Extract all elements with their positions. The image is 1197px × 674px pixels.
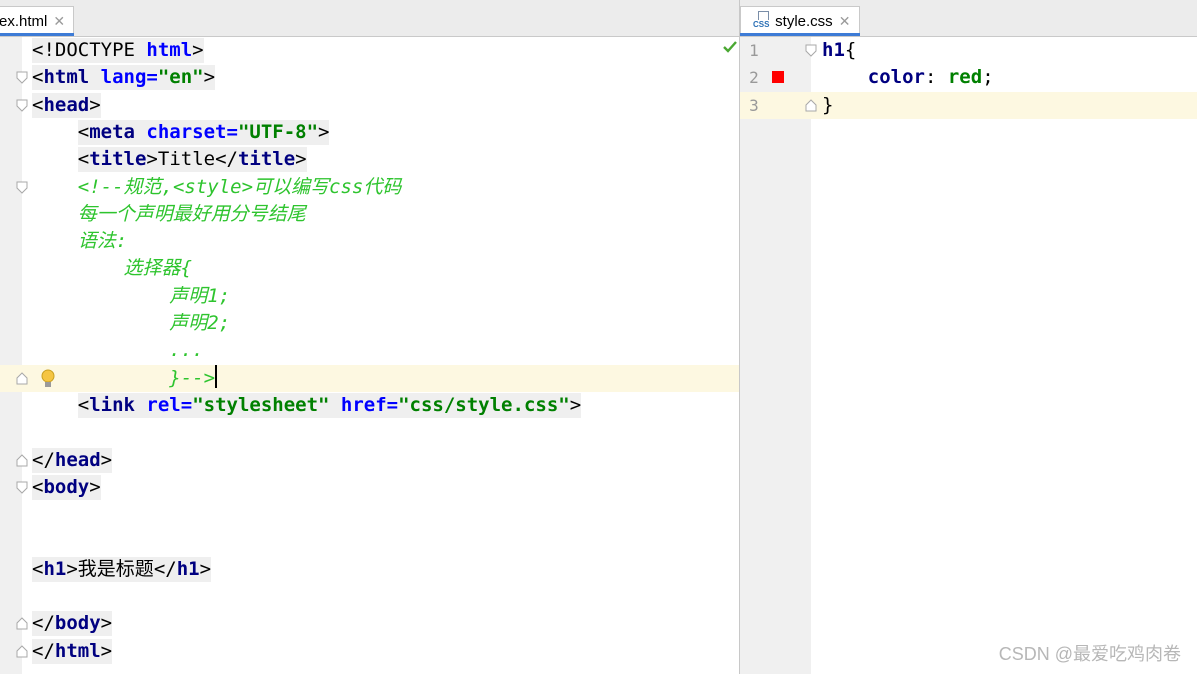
fold-close-icon[interactable] [16, 644, 28, 658]
active-tab-indicator [740, 33, 860, 36]
code-line: ... [32, 339, 204, 362]
code-line: 语法: [32, 230, 128, 253]
code-line: <!DOCTYPE html> [32, 38, 204, 63]
code-line: </head> [32, 447, 113, 473]
code-line: <h1>我是标题</h1> [32, 556, 212, 582]
color-swatch[interactable] [772, 71, 784, 84]
tab-label: ex.html [0, 13, 48, 30]
close-icon[interactable]: ✕ [839, 13, 851, 29]
code-line: 声明1; [32, 284, 231, 307]
code-line: color: red; [867, 66, 994, 89]
code-line: 声明2; [32, 312, 231, 334]
code-line: }--> [32, 364, 218, 389]
watermark: CSDN @最爱吃鸡肉卷 [998, 644, 1181, 664]
code-line: <title>Title</title> [77, 147, 307, 173]
fold-open-icon[interactable] [16, 71, 28, 85]
right-tab-bar: CSS style.css ✕ [740, 0, 1197, 37]
line-number: 1 [749, 41, 759, 60]
fold-open-icon[interactable] [16, 181, 28, 194]
line-number: 2 [749, 68, 759, 88]
code-line: <link rel="stylesheet" href="css/style.c… [77, 392, 582, 418]
fold-open-icon[interactable] [805, 44, 817, 57]
code-line: </body> [32, 611, 113, 637]
code-line: } [822, 93, 834, 116]
html-editor-pane: ex.html ✕ <!DOCTYPE html> <html lang="en">… [0, 0, 739, 674]
close-icon[interactable]: ✕ [53, 13, 65, 29]
code-line: <html lang="en"> [32, 65, 216, 91]
code-line: </html> [32, 638, 113, 664]
code-line: <body> [32, 474, 101, 500]
code-line: <!--规范,<style>可以编写css代码 [32, 175, 402, 198]
fold-close-icon[interactable] [16, 371, 28, 385]
css-editor-pane: CSS style.css ✕ 1 h1{ 2 color: red; 3} [740, 0, 1197, 674]
css-file-icon: CSS [753, 11, 771, 29]
code-line: <head> [32, 92, 101, 118]
fold-close-icon[interactable] [805, 98, 817, 112]
active-tab-indicator [0, 33, 74, 36]
fold-close-icon[interactable] [16, 453, 28, 467]
fold-open-icon[interactable] [16, 481, 28, 494]
right-gutter [740, 37, 811, 674]
line-number: 3 [749, 95, 759, 115]
css-code-area[interactable] [811, 37, 1197, 674]
tab-style-css[interactable]: CSS style.css ✕ [740, 6, 860, 36]
fold-close-icon[interactable] [16, 617, 28, 630]
code-line: 选择器{ [32, 257, 192, 280]
fold-open-icon[interactable] [16, 99, 28, 112]
left-tab-bar: ex.html ✕ [0, 0, 739, 37]
tab-label: style.css [775, 13, 833, 30]
code-line: 每一个声明最好用分号结尾 [32, 202, 306, 225]
tab-index-html[interactable]: ex.html ✕ [0, 6, 74, 36]
code-line: <meta charset="UTF-8"> [77, 119, 330, 145]
code-line: h1{ [822, 39, 857, 61]
text-cursor [215, 364, 218, 388]
left-gutter [0, 37, 22, 674]
checkmark-icon [723, 41, 737, 53]
